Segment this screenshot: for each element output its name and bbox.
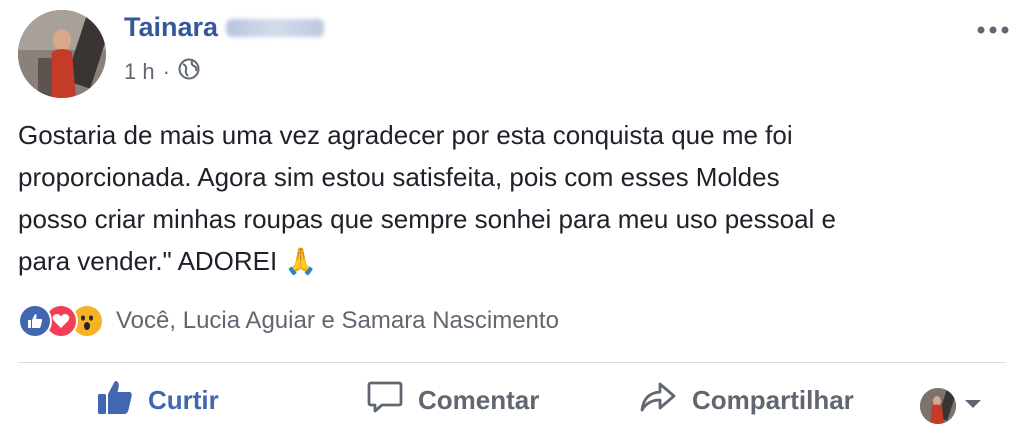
thumbs-up-icon [96,378,134,423]
share-label: Compartilhar [692,385,854,415]
post-actions-bar: Curtir Comentar Compartilhar [0,378,1024,438]
current-user-avatar [920,388,956,424]
like-reaction-icon [18,304,52,338]
prayer-emoji: 🙏 [284,246,317,276]
avatar-photo [18,10,106,98]
comment-label: Comentar [418,385,540,415]
post-body-text: Gostaria de mais uma vez agradecer por e… [18,120,837,276]
like-label: Curtir [148,385,219,415]
post-timestamp[interactable]: 1 h [124,59,155,85]
author-name[interactable]: Tainara [124,12,325,43]
reaction-icons-group[interactable] [18,304,104,338]
comment-button[interactable]: Comentar [366,378,539,423]
share-button[interactable]: Compartilhar [638,378,854,423]
like-button[interactable]: Curtir [96,378,219,423]
facebook-post: Tainara 1 h · Gostaria de mais uma vez a… [0,0,1024,444]
dropdown-caret-icon [964,397,982,415]
react-as-selector[interactable] [920,388,982,424]
comment-bubble-icon [366,378,404,423]
author-last-name-blurred [226,18,325,37]
reactions-names[interactable]: Você, Lucia Aguiar e Samara Nascimento [116,307,559,335]
actions-divider [18,362,1006,363]
author-first-name[interactable]: Tainara [124,12,218,43]
globe-icon[interactable] [178,58,200,86]
share-arrow-icon [638,378,678,423]
reactions-summary[interactable]: Você, Lucia Aguiar e Samara Nascimento [18,304,559,338]
post-meta: 1 h · [124,58,200,86]
post-body: Gostaria de mais uma vez agradecer por e… [18,114,1008,282]
more-options-icon[interactable] [976,10,1010,42]
author-avatar[interactable] [18,10,106,98]
meta-separator: · [162,59,170,84]
